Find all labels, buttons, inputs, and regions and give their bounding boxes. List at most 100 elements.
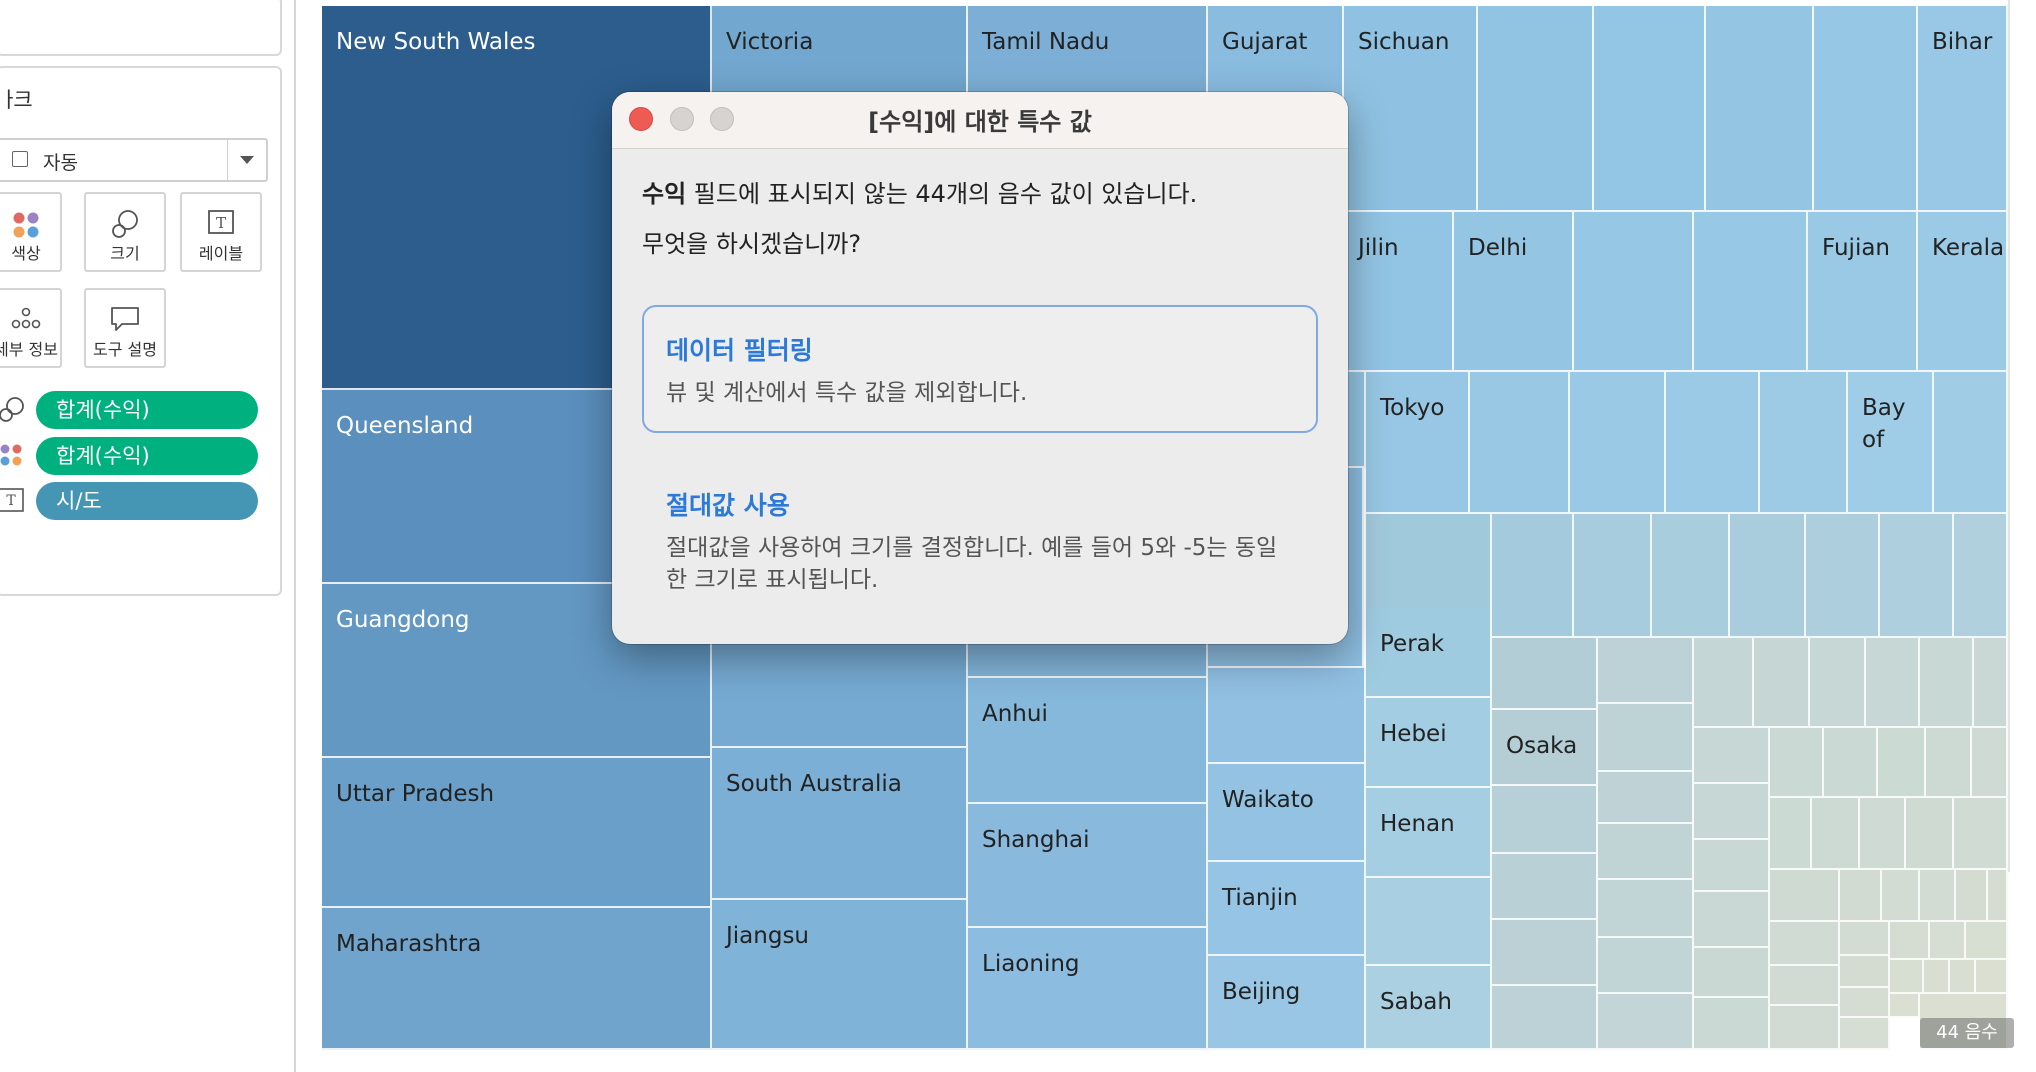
treemap-cell[interactable]: Anhui: [968, 678, 1208, 804]
treemap-cell[interactable]: [1860, 798, 1906, 870]
treemap-cell[interactable]: [1730, 514, 1806, 638]
treemap-cell[interactable]: [1880, 514, 1954, 638]
treemap-cell[interactable]: Osaka: [1492, 710, 1598, 786]
treemap-cell[interactable]: Waikato: [1208, 764, 1366, 862]
treemap-cell[interactable]: [1812, 798, 1860, 870]
treemap-cell[interactable]: Beijing: [1208, 956, 1366, 1050]
treemap-cell[interactable]: [1594, 6, 1706, 212]
treemap-cell[interactable]: Kerala: [1918, 212, 2008, 372]
treemap-cell[interactable]: [1770, 922, 1840, 966]
treemap-cell[interactable]: [1598, 772, 1694, 824]
treemap-cell[interactable]: Sabah: [1366, 966, 1492, 1050]
treemap-cell[interactable]: Jilin: [1344, 212, 1454, 372]
treemap-cell[interactable]: [1598, 824, 1694, 880]
treemap-cell[interactable]: [1890, 922, 1930, 960]
treemap-cell[interactable]: [1666, 372, 1760, 514]
treemap-cell[interactable]: Tianjin: [1208, 862, 1366, 956]
treemap-cell[interactable]: [1878, 728, 1926, 798]
treemap-cell[interactable]: Maharashtra: [322, 908, 712, 1050]
treemap-cell[interactable]: [1574, 212, 1694, 372]
treemap-cell[interactable]: [1492, 986, 1598, 1050]
treemap-cell[interactable]: [1492, 854, 1598, 920]
treemap-cell[interactable]: Tokyo: [1366, 372, 1470, 514]
color-pill[interactable]: 합계(수익): [36, 437, 258, 475]
treemap-cell[interactable]: [1694, 948, 1770, 998]
treemap-cell[interactable]: [1954, 798, 2008, 870]
treemap-cell[interactable]: [1924, 960, 1950, 994]
treemap-cell[interactable]: [1950, 960, 1976, 994]
treemap-cell[interactable]: [1972, 728, 2008, 798]
vertical-scrollbar[interactable]: [2008, 0, 2036, 872]
dialog-titlebar[interactable]: [수익]에 대한 특수 값: [612, 92, 1348, 149]
treemap-cell[interactable]: [1840, 956, 1890, 988]
label-button[interactable]: T 레이블: [180, 192, 262, 272]
treemap-cell[interactable]: [1926, 728, 1972, 798]
treemap-cell[interactable]: [1840, 870, 1882, 922]
treemap-cell[interactable]: South Australia: [712, 748, 968, 900]
treemap-cell[interactable]: [1770, 728, 1824, 798]
treemap-cell[interactable]: [1976, 960, 2008, 994]
filter-data-option[interactable]: 데이터 필터링 뷰 및 계산에서 특수 값을 제외합니다.: [642, 305, 1318, 433]
treemap-cell[interactable]: [1492, 786, 1598, 854]
treemap-cell[interactable]: [1930, 922, 1966, 960]
treemap-cell[interactable]: [1966, 922, 2008, 960]
treemap-cell[interactable]: [1478, 6, 1594, 212]
treemap-cell[interactable]: [1840, 1018, 1890, 1050]
treemap-cell[interactable]: [1890, 994, 1920, 1018]
treemap-cell[interactable]: [1934, 372, 2008, 514]
treemap-cell[interactable]: [1866, 638, 1920, 728]
treemap-cell[interactable]: Hebei: [1366, 698, 1492, 788]
treemap-cell[interactable]: Bay of: [1848, 372, 1934, 514]
color-button[interactable]: 색상: [0, 192, 62, 272]
treemap-cell[interactable]: Delhi: [1454, 212, 1574, 372]
treemap-cell[interactable]: [1770, 966, 1840, 1006]
treemap-cell[interactable]: [1810, 638, 1866, 728]
treemap-cell[interactable]: [1570, 372, 1666, 514]
treemap-cell[interactable]: [1492, 638, 1598, 710]
tooltip-button[interactable]: 도구 설명: [84, 288, 166, 368]
treemap-cell[interactable]: [1824, 728, 1878, 798]
treemap-cell[interactable]: [1906, 798, 1954, 870]
treemap-cell[interactable]: Liaoning: [968, 928, 1208, 1050]
treemap-cell[interactable]: [1890, 960, 1924, 994]
treemap-cell[interactable]: [1694, 840, 1770, 892]
treemap-cell[interactable]: [1706, 6, 1814, 212]
treemap-cell[interactable]: [1598, 704, 1694, 772]
treemap-cell[interactable]: [1694, 638, 1754, 728]
treemap-cell[interactable]: Fujian: [1808, 212, 1918, 372]
treemap-cell[interactable]: [1598, 994, 1694, 1050]
treemap-cell[interactable]: [1208, 668, 1366, 764]
size-pill[interactable]: 합계(수익): [36, 391, 258, 429]
treemap-cell[interactable]: [1694, 998, 1770, 1050]
treemap-cell[interactable]: [1770, 798, 1812, 870]
detail-button[interactable]: 세부 정보: [0, 288, 62, 368]
treemap-cell[interactable]: [1840, 922, 1890, 956]
treemap-cell[interactable]: Sichuan: [1344, 6, 1478, 212]
treemap-cell[interactable]: [1974, 638, 2008, 728]
treemap-cell[interactable]: [1754, 638, 1810, 728]
treemap-cell[interactable]: Uttar Pradesh: [322, 758, 712, 908]
treemap-cell[interactable]: [1988, 870, 2008, 922]
treemap-cell[interactable]: Perak: [1366, 608, 1492, 698]
treemap-cell[interactable]: [1694, 892, 1770, 948]
treemap-cell[interactable]: Shanghai: [968, 804, 1208, 928]
label-pill[interactable]: 시/도: [36, 482, 258, 520]
treemap-cell[interactable]: [1760, 372, 1848, 514]
treemap-cell[interactable]: [1770, 1006, 1840, 1050]
negative-values-indicator[interactable]: 44 음수: [1920, 1018, 2014, 1048]
treemap-cell[interactable]: Jiangsu: [712, 900, 968, 1050]
treemap-cell[interactable]: [1840, 988, 1890, 1018]
treemap-cell[interactable]: [1920, 870, 1956, 922]
treemap-cell[interactable]: [1956, 870, 1988, 922]
treemap-cell[interactable]: [1492, 920, 1598, 986]
treemap-cell[interactable]: [1770, 870, 1840, 922]
treemap-cell[interactable]: [1882, 870, 1920, 922]
treemap-cell[interactable]: Henan: [1366, 788, 1492, 878]
use-absolute-value-option[interactable]: 절대값 사용 절대값을 사용하여 크기를 결정합니다. 예를 들어 5와 -5는…: [642, 460, 1318, 610]
treemap-cell[interactable]: [1598, 938, 1694, 994]
treemap-cell[interactable]: Bihar: [1918, 6, 2008, 212]
treemap-cell[interactable]: [1366, 878, 1492, 966]
size-button[interactable]: 크기: [84, 192, 166, 272]
treemap-cell[interactable]: [1492, 514, 1574, 638]
treemap-cell[interactable]: [1694, 728, 1770, 784]
